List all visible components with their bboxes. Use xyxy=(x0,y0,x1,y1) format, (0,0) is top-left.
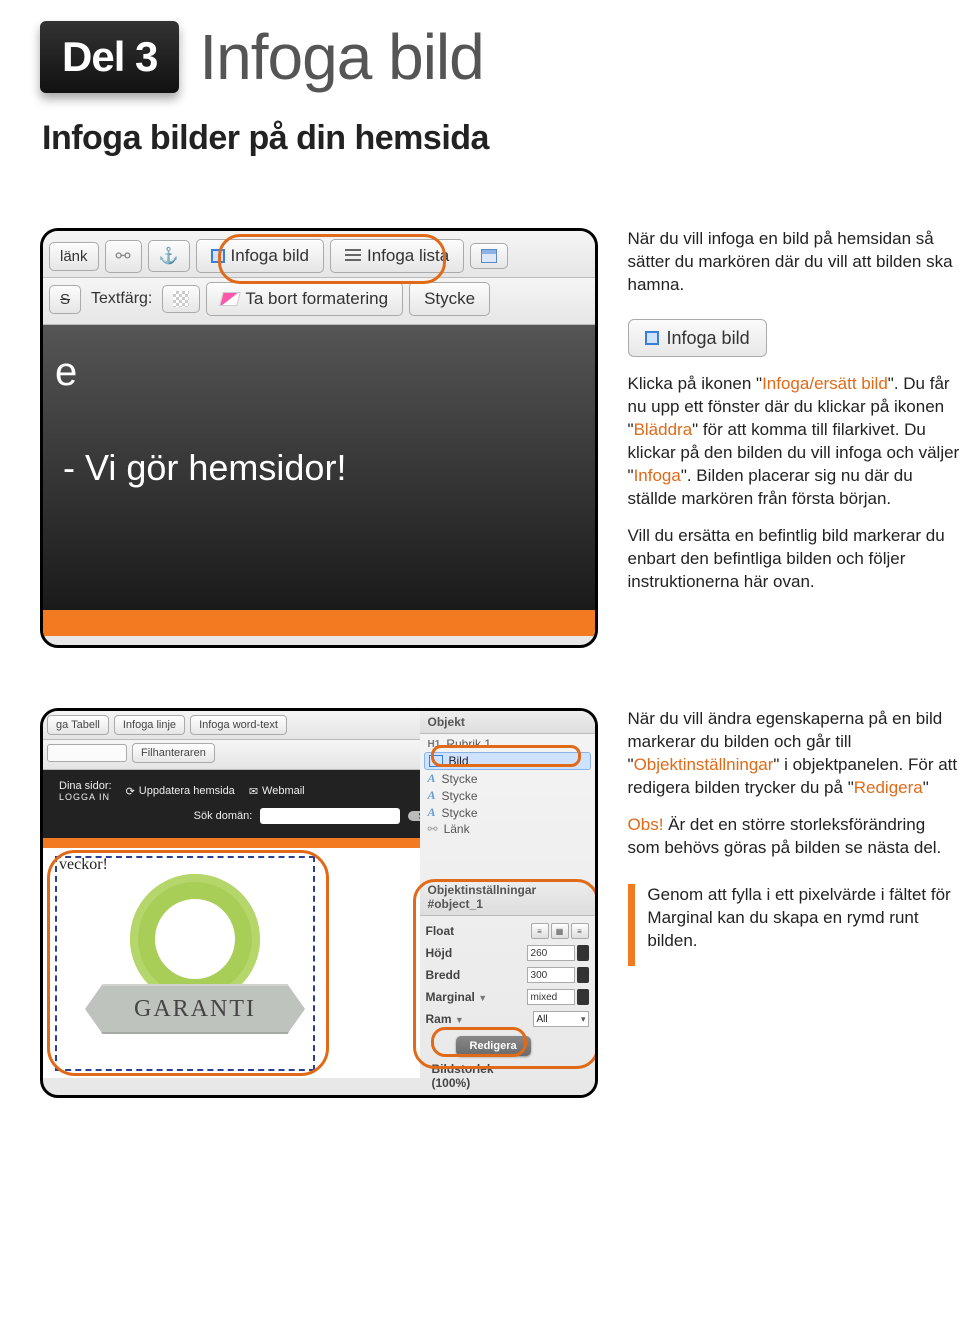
preview-letter: e xyxy=(55,350,77,395)
margin-stepper[interactable] xyxy=(577,989,589,1005)
link-button[interactable]: länk xyxy=(49,242,99,271)
style-select[interactable] xyxy=(47,744,127,762)
textcolor-button[interactable] xyxy=(162,285,200,313)
mini-insert-image-button[interactable]: Infoga bild xyxy=(628,319,767,357)
prop-height: Höjd260 xyxy=(426,942,589,964)
object-item-image[interactable]: Bild xyxy=(424,752,591,770)
prop-border: Ram ▼All xyxy=(426,1008,589,1030)
image-icon xyxy=(429,755,443,767)
image-icon xyxy=(211,249,225,263)
screenshot-toolbar: länk ⚯ ⚓ Infoga bild Infoga lista S Text… xyxy=(40,228,598,648)
object-item-heading[interactable]: H1Rubrik 1 xyxy=(424,736,591,752)
anchor-icon: ⚓ xyxy=(159,246,179,266)
link-icon: ⚯ xyxy=(428,822,438,836)
unlink-icon: ⚯ xyxy=(116,246,131,267)
width-input[interactable]: 300 xyxy=(527,967,575,983)
mail-icon: ✉ xyxy=(249,785,258,798)
color-swatch-icon xyxy=(173,291,189,307)
remove-format-button[interactable]: Ta bort formatering xyxy=(206,282,403,316)
paragraph-selector[interactable]: Stycke xyxy=(409,282,490,316)
para-icon: A xyxy=(428,788,436,803)
preview-text: - Vi gör hemsidor! xyxy=(63,447,346,489)
prop-float: Float≡▦≡ xyxy=(426,920,589,942)
update-link[interactable]: ⟳Uppdatera hemsida xyxy=(126,785,235,798)
part-chip: Del 3 xyxy=(40,21,179,93)
callout-tip: Genom att fylla i ett pixelvärde i fälte… xyxy=(628,884,960,967)
refresh-icon: ⟳ xyxy=(126,785,135,798)
insert-word-small[interactable]: Infoga word-text xyxy=(190,715,287,735)
image-size-label: Bildstorlek xyxy=(432,1062,583,1076)
object-item-para[interactable]: AStycke xyxy=(424,787,591,804)
prop-width: Bredd300 xyxy=(426,964,589,986)
instr1-p3: Vill du ersätta en befintlig bild marker… xyxy=(628,525,960,594)
strikethrough-button[interactable]: S xyxy=(49,285,81,314)
instr2-p2: Obs! Är det en större storleksförändring… xyxy=(628,814,960,860)
border-select[interactable]: All xyxy=(533,1011,589,1027)
callout-bar-icon xyxy=(628,884,636,967)
orange-strip xyxy=(43,610,595,636)
object-item-link[interactable]: ⚯Länk xyxy=(424,821,591,837)
table-icon xyxy=(481,249,497,263)
margin-input[interactable]: mixed xyxy=(527,989,575,1005)
search-domain-label: Sök domän: xyxy=(194,810,253,822)
prop-margin: Marginal ▼mixed xyxy=(426,986,589,1008)
eraser-icon xyxy=(219,292,241,306)
image-size-value: (100%) xyxy=(432,1076,583,1090)
edit-button[interactable]: Redigera xyxy=(456,1036,531,1056)
h1-icon: H1 xyxy=(428,739,441,750)
insert-line-small[interactable]: Infoga linje xyxy=(114,715,185,735)
login-link[interactable]: LOGGA IN xyxy=(59,792,112,802)
instr1-p2: Klicka på ikonen "Infoga/ersätt bild". D… xyxy=(628,373,960,511)
insert-list-button[interactable]: Infoga lista xyxy=(330,239,464,273)
instructions-1: När du vill infoga en bild på hemsidan s… xyxy=(628,228,960,608)
insert-table-small[interactable]: ga Tabell xyxy=(47,715,109,735)
para-icon: A xyxy=(428,771,436,786)
garanti-ribbon: GARANTI xyxy=(85,984,305,1034)
object-panel-header: Objekt xyxy=(420,711,595,734)
instructions-2: När du vill ändra egenskaperna på en bil… xyxy=(628,708,960,966)
height-stepper[interactable] xyxy=(577,945,589,961)
veckor-text: veckor! xyxy=(59,856,108,874)
width-stepper[interactable] xyxy=(577,967,589,983)
selected-image[interactable]: veckor! GARANTI xyxy=(55,856,315,1071)
object-settings-header: Objektinställningar #object_1 xyxy=(420,879,595,916)
anchor-button[interactable]: ⚓ xyxy=(148,240,190,272)
insert-image-button[interactable]: Infoga bild xyxy=(196,239,324,273)
editor-preview: e - Vi gör hemsidor! xyxy=(43,325,595,610)
page-title: Infoga bild xyxy=(199,20,483,94)
para-icon: A xyxy=(428,805,436,820)
page-subtitle: Infoga bilder på din hemsida xyxy=(42,119,960,158)
textcolor-label: Textfärg: xyxy=(87,290,156,308)
webmail-link[interactable]: ✉Webmail xyxy=(249,785,305,798)
image-icon xyxy=(645,331,659,345)
instr2-p1: När du vill ändra egenskaperna på en bil… xyxy=(628,708,960,800)
filemanager-button[interactable]: Filhanteraren xyxy=(132,743,215,763)
domain-search-input[interactable] xyxy=(260,808,400,824)
object-list: H1Rubrik 1 Bild AStycke AStycke AStycke … xyxy=(420,734,595,843)
instr1-p1: När du vill infoga en bild på hemsidan s… xyxy=(628,228,960,297)
screenshot-object-panel: ga Tabell Infoga linje Infoga word-text … xyxy=(40,708,598,1098)
height-input[interactable]: 260 xyxy=(527,945,575,961)
float-left[interactable]: ≡ xyxy=(531,923,549,939)
object-item-para[interactable]: AStycke xyxy=(424,804,591,821)
object-item-para[interactable]: AStycke xyxy=(424,770,591,787)
insert-table-button[interactable] xyxy=(470,243,508,269)
unlink-button[interactable]: ⚯ xyxy=(105,240,142,273)
dina-sidor-label: Dina sidor: xyxy=(59,780,112,792)
list-icon xyxy=(345,249,361,263)
float-none[interactable]: ▦ xyxy=(551,923,569,939)
callout-text: Genom att fylla i ett pixelvärde i fälte… xyxy=(647,884,960,953)
float-right[interactable]: ≡ xyxy=(571,923,589,939)
